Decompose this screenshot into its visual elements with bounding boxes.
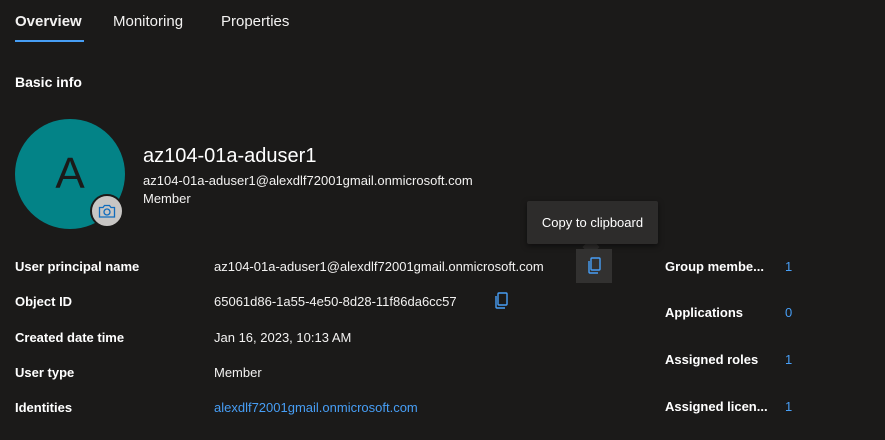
change-photo-button[interactable] [90, 194, 124, 228]
tab-bar: Overview Monitoring Properties [0, 0, 885, 44]
prop-value-identities-link[interactable]: alexdlf72001gmail.onmicrosoft.com [214, 400, 418, 415]
summary-value-licenses-link[interactable]: 1 [785, 399, 792, 414]
section-title: Basic info [15, 74, 82, 90]
prop-label-created: Created date time [15, 330, 125, 345]
active-tab-indicator [15, 40, 84, 42]
tab-properties[interactable]: Properties [221, 13, 289, 30]
user-type-subtitle: Member [143, 191, 191, 206]
copy-icon [495, 292, 508, 309]
summary-value-applications-link[interactable]: 0 [785, 305, 792, 320]
user-email: az104-01a-aduser1@alexdlf72001gmail.onmi… [143, 173, 473, 188]
prop-value-user-type: Member [214, 365, 262, 380]
prop-value-object-id: 65061d86-1a55-4e50-8d28-11f86da6cc57 [214, 294, 457, 309]
copy-object-id-button[interactable] [483, 284, 519, 318]
prop-label-object-id: Object ID [15, 294, 73, 309]
summary-value-roles-link[interactable]: 1 [785, 352, 792, 367]
camera-icon [98, 204, 116, 218]
prop-label-upn: User principal name [15, 259, 140, 274]
copy-tooltip: Copy to clipboard [527, 201, 658, 244]
copy-icon [588, 257, 601, 274]
summary-label-groups: Group membe... [665, 259, 764, 274]
summary-label-licenses: Assigned licen... [665, 399, 768, 414]
avatar-initial: A [55, 149, 85, 198]
prop-value-upn: az104-01a-aduser1@alexdlf72001gmail.onmi… [214, 259, 544, 274]
tab-overview[interactable]: Overview [15, 13, 82, 30]
prop-label-user-type: User type [15, 365, 75, 380]
user-overview-page: Overview Monitoring Properties Basic inf… [0, 0, 885, 440]
prop-value-created: Jan 16, 2023, 10:13 AM [214, 330, 352, 345]
summary-value-groups-link[interactable]: 1 [785, 259, 792, 274]
copy-upn-button[interactable] [576, 249, 612, 283]
prop-label-identities: Identities [15, 400, 73, 415]
tab-monitoring[interactable]: Monitoring [113, 13, 183, 30]
summary-label-roles: Assigned roles [665, 352, 759, 367]
summary-label-applications: Applications [665, 305, 744, 320]
user-display-name: az104-01a-aduser1 [143, 145, 317, 167]
